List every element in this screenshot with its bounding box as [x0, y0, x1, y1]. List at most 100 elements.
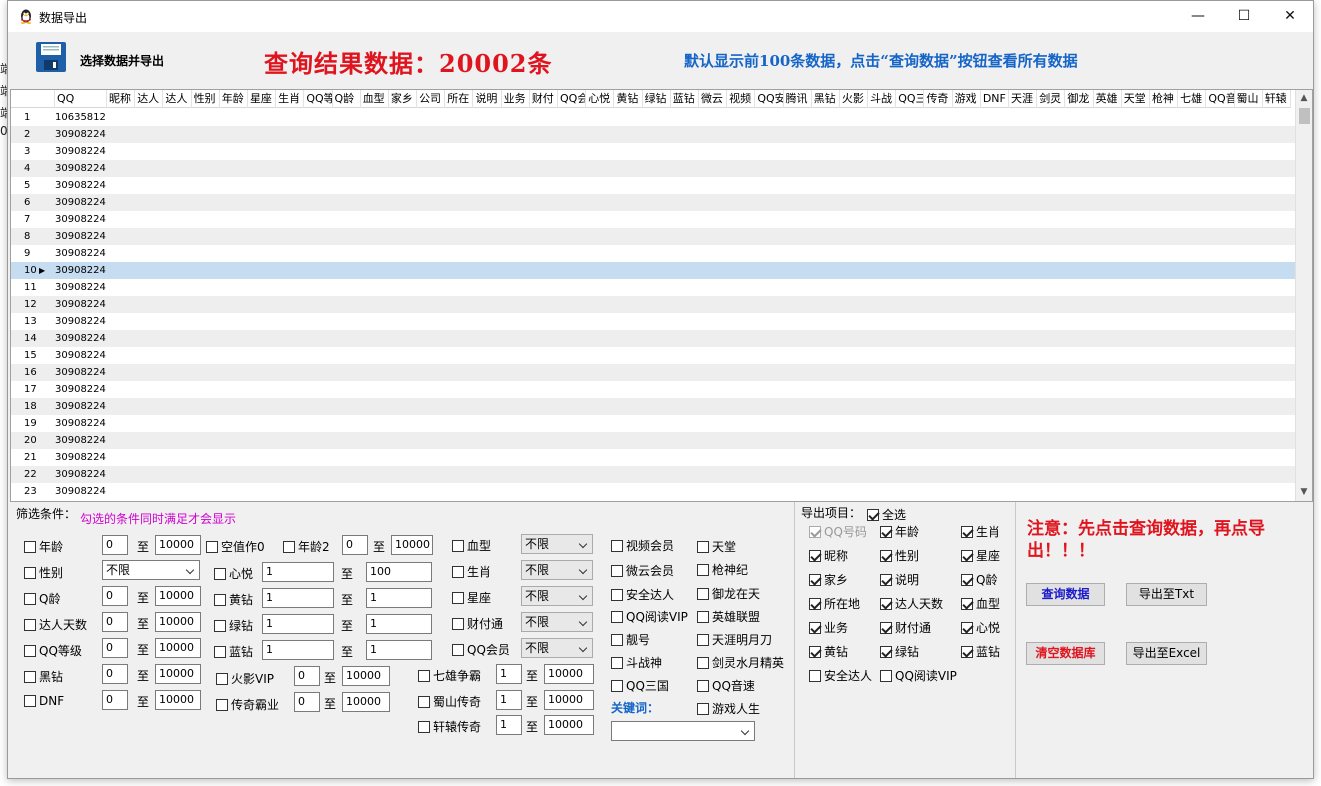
- scroll-down-icon[interactable]: ▼: [1296, 484, 1312, 501]
- column-header[interactable]: 说明: [473, 90, 502, 108]
- export-item-checkbox[interactable]: 达人天数: [880, 595, 943, 612]
- column-header[interactable]: 腾讯: [784, 90, 812, 108]
- blue-from-input[interactable]: 1: [262, 640, 334, 660]
- column-header[interactable]: 黑钻: [812, 90, 840, 108]
- table-row[interactable]: 7 30908224: [11, 211, 1296, 228]
- qixiong-checkbox[interactable]: 七雄争霸: [418, 667, 481, 684]
- age-checkbox[interactable]: 年龄: [24, 538, 63, 555]
- qq-cell[interactable]: 10635812: [55, 109, 107, 126]
- shushan-checkbox[interactable]: 蜀山传奇: [418, 693, 481, 710]
- table-row[interactable]: 13 30908224: [11, 313, 1296, 330]
- close-button[interactable]: ✕: [1267, 1, 1313, 32]
- export-item-checkbox[interactable]: 年龄: [880, 523, 919, 540]
- blood-type-select[interactable]: 不限: [521, 534, 593, 554]
- game-checkbox[interactable]: 游戏人生: [697, 700, 760, 717]
- qq-cell[interactable]: 30908224: [55, 296, 107, 313]
- qq-cell[interactable]: 30908224: [55, 415, 107, 432]
- empty-as-zero-checkbox[interactable]: 空值作0: [206, 538, 265, 555]
- table-row[interactable]: 16 30908224: [11, 364, 1296, 381]
- column-header[interactable]: QQ音: [1206, 90, 1235, 108]
- export-item-checkbox[interactable]: 昵称: [809, 547, 848, 564]
- game-checkbox[interactable]: QQ音速: [697, 677, 755, 694]
- blue-diamond-checkbox[interactable]: 蓝钻: [214, 643, 253, 660]
- dnf-from-input[interactable]: 0: [102, 690, 128, 710]
- qq-level-to-input[interactable]: 10000: [155, 638, 201, 658]
- column-header[interactable]: 性别: [192, 90, 220, 108]
- column-header[interactable]: 血型: [361, 90, 389, 108]
- export-item-checkbox[interactable]: 生肖: [961, 523, 1000, 540]
- qq-cell[interactable]: 30908224: [55, 143, 107, 160]
- table-row[interactable]: 19 30908224: [11, 415, 1296, 432]
- table-row[interactable]: 2 30908224: [11, 126, 1296, 143]
- shushan-to-input[interactable]: 10000: [544, 690, 594, 710]
- star-sign-checkbox[interactable]: 星座: [452, 589, 491, 606]
- table-row[interactable]: 23 30908224: [11, 483, 1296, 500]
- qq-cell[interactable]: 30908224: [55, 449, 107, 466]
- qq-cell[interactable]: 30908224: [55, 262, 107, 279]
- qq-cell[interactable]: 30908224: [55, 466, 107, 483]
- huoying-from-input[interactable]: 0: [294, 666, 320, 686]
- star-sign-select[interactable]: 不限: [521, 586, 593, 606]
- daren-days-to-input[interactable]: 10000: [155, 612, 201, 632]
- export-item-checkbox[interactable]: 业务: [809, 619, 848, 636]
- column-header[interactable]: Q龄: [333, 90, 361, 108]
- yellow-diamond-checkbox[interactable]: 黄钻: [214, 591, 253, 608]
- column-header[interactable]: 业务: [502, 90, 530, 108]
- qq-level-checkbox[interactable]: QQ等级: [24, 642, 82, 659]
- column-header[interactable]: 斗战: [868, 90, 897, 108]
- qq-member-select[interactable]: 不限: [521, 638, 593, 658]
- qq-cell[interactable]: 30908224: [55, 245, 107, 262]
- column-header[interactable]: QQ安: [755, 90, 784, 108]
- xuanyuan-checkbox[interactable]: 轩辕传奇: [418, 718, 481, 735]
- game-checkbox[interactable]: 英雄联盟: [697, 608, 760, 625]
- daren-days-from-input[interactable]: 0: [102, 612, 128, 632]
- xinyue-checkbox[interactable]: 心悦: [214, 565, 253, 582]
- vertical-scrollbar[interactable]: ▲ ▼: [1295, 90, 1312, 501]
- dnf-to-input[interactable]: 10000: [155, 690, 201, 710]
- zodiac-select[interactable]: 不限: [521, 560, 593, 580]
- xuanyuan-to-input[interactable]: 10000: [544, 715, 594, 735]
- qq-cell[interactable]: 30908224: [55, 228, 107, 245]
- clear-database-button[interactable]: 清空数据库: [1026, 642, 1105, 665]
- membership-checkbox[interactable]: QQ阅读VIP: [611, 608, 688, 625]
- qq-cell[interactable]: 30908224: [55, 364, 107, 381]
- qage-from-input[interactable]: 0: [102, 586, 128, 606]
- column-header[interactable]: 英雄: [1094, 90, 1122, 108]
- minimize-button[interactable]: —: [1175, 1, 1221, 32]
- column-header[interactable]: QQ三: [896, 90, 925, 108]
- column-header[interactable]: 家乡: [389, 90, 418, 108]
- yellow-to-input[interactable]: 1: [366, 588, 432, 608]
- age2-to-input[interactable]: 10000: [391, 535, 433, 555]
- column-header[interactable]: QQ会: [558, 90, 587, 108]
- table-row[interactable]: 5 30908224: [11, 177, 1296, 194]
- blood-type-checkbox[interactable]: 血型: [452, 537, 491, 554]
- qq-cell[interactable]: 30908224: [55, 483, 107, 500]
- qixiong-to-input[interactable]: 10000: [544, 664, 594, 684]
- column-header[interactable]: 微云: [699, 90, 728, 108]
- age2-from-input[interactable]: 0: [342, 535, 368, 555]
- qq-cell[interactable]: 30908224: [55, 279, 107, 296]
- qq-cell[interactable]: 30908224: [55, 330, 107, 347]
- black-diamond-from-input[interactable]: 0: [102, 664, 128, 684]
- game-checkbox[interactable]: 天涯明月刀: [697, 631, 772, 648]
- export-item-checkbox[interactable]: 蓝钻: [961, 643, 1000, 660]
- qixiong-from-input[interactable]: 1: [496, 664, 522, 684]
- membership-checkbox[interactable]: QQ三国: [611, 677, 669, 694]
- membership-checkbox[interactable]: 靓号: [611, 631, 650, 648]
- qq-level-from-input[interactable]: 0: [102, 638, 128, 658]
- data-grid[interactable]: QQ 昵称 达人 达人 性别 年龄 星座 生肖 QQ等 Q龄 血型 家乡 公司 所在 说明 业务 财付 QQ会 心悦…: [10, 89, 1313, 502]
- qage-checkbox[interactable]: Q龄: [24, 590, 60, 607]
- qq-cell[interactable]: 30908224: [55, 194, 107, 211]
- column-header[interactable]: 蜀山: [1235, 90, 1263, 108]
- huoying-vip-checkbox[interactable]: 火影VIP: [216, 670, 274, 687]
- column-header[interactable]: 天涯: [1009, 90, 1038, 108]
- table-row[interactable]: 20 30908224: [11, 432, 1296, 449]
- export-item-checkbox[interactable]: 星座: [961, 547, 1000, 564]
- table-row[interactable]: 9 30908224: [11, 245, 1296, 262]
- export-txt-button[interactable]: 导出至Txt: [1126, 583, 1207, 606]
- membership-checkbox[interactable]: 斗战神: [611, 654, 662, 671]
- export-item-checkbox[interactable]: 安全达人: [809, 667, 872, 684]
- qq-cell[interactable]: 30908224: [55, 126, 107, 143]
- shushan-from-input[interactable]: 1: [496, 690, 522, 710]
- column-header[interactable]: 公司: [417, 90, 446, 108]
